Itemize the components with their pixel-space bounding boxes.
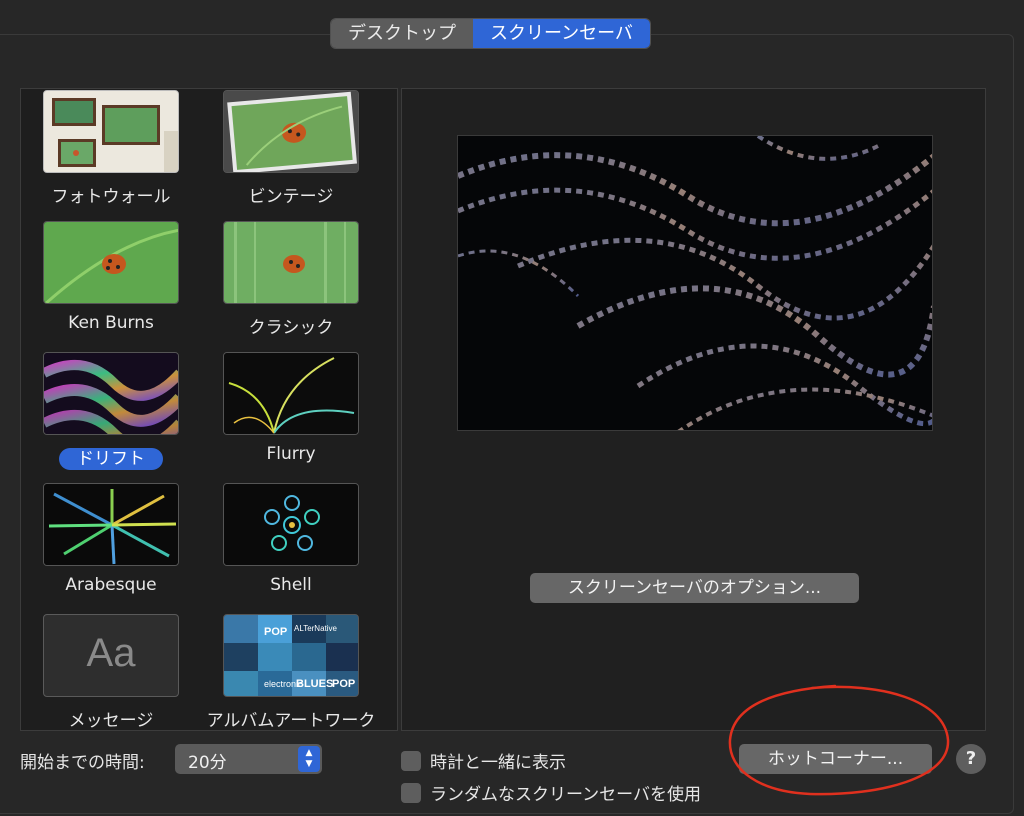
screensaver-arabesque[interactable]: Arabesque [21, 483, 201, 603]
chevron-up-down-icon: ▲ ▼ [298, 746, 320, 772]
screensaver-label: Shell [270, 575, 312, 595]
screensaver-message[interactable]: Aa メッセージ [21, 614, 201, 731]
preview-panel: スクリーンセーバのオプション... [401, 88, 986, 731]
screensaver-label: ビンテージ [248, 187, 334, 207]
shell-thumb [223, 483, 359, 566]
screensaver-shell[interactable]: Shell [201, 483, 381, 603]
screensaver-ken-burns[interactable]: Ken Burns [21, 221, 201, 341]
screensaver-options-button[interactable]: スクリーンセーバのオプション... [530, 573, 859, 603]
album-word: POP [264, 626, 287, 638]
album-artwork-thumb: POP ALTerNative electronic BLUES POP [223, 614, 359, 697]
start-after-label: 開始までの時間: [20, 753, 145, 773]
ken-burns-thumb [43, 221, 179, 304]
classic-thumb [223, 221, 359, 304]
screen-saver-preferences: デスクトップ スクリーンセーバ フォトウォール ビンテージ Ken Burns … [0, 0, 1024, 816]
arabesque-thumb [43, 483, 179, 566]
album-word: BLUES [296, 678, 333, 690]
screensaver-drift[interactable]: ドリフト [21, 352, 201, 472]
screensaver-label: Flurry [266, 444, 316, 464]
album-word: POP [332, 678, 355, 690]
screensaver-classic[interactable]: クラシック [201, 221, 381, 341]
vintage-thumb [223, 90, 359, 173]
random-screensaver-checkbox[interactable] [401, 782, 421, 803]
tab-bar: デスクトップ スクリーンセーバ [331, 19, 650, 48]
screensaver-label: メッセージ [68, 711, 154, 731]
screensaver-label-selected: ドリフト [21, 444, 201, 470]
screensaver-photo-wall[interactable]: フォトウォール [21, 90, 201, 210]
hot-corners-button[interactable]: ホットコーナー... [739, 744, 932, 774]
show-with-clock-row[interactable]: 時計と一緒に表示 [401, 748, 566, 773]
tab-desktop[interactable]: デスクトップ [331, 19, 473, 48]
drift-thumb [43, 352, 179, 435]
message-thumb-text: Aa [86, 631, 136, 675]
help-icon[interactable]: ? [956, 744, 986, 774]
screensaver-label: フォトウォール [51, 187, 171, 207]
screensaver-album-artwork[interactable]: POP ALTerNative electronic BLUES POP アルバ… [201, 614, 381, 731]
tab-screen-saver[interactable]: スクリーンセーバ [473, 19, 650, 48]
flurry-thumb [223, 352, 359, 435]
screensaver-label: アルバムアートワーク [206, 711, 376, 731]
random-screensaver-label: ランダムなスクリーンセーバを使用 [430, 785, 701, 805]
start-after-value: 20分 [188, 753, 227, 773]
random-screensaver-row[interactable]: ランダムなスクリーンセーバを使用 [401, 780, 701, 805]
screensaver-label: Arabesque [65, 575, 157, 595]
screensaver-list[interactable]: フォトウォール ビンテージ Ken Burns クラシック ドリフト Flurr… [20, 88, 398, 731]
photo-wall-thumb [43, 90, 179, 173]
screensaver-preview [457, 135, 933, 431]
screensaver-label: クラシック [248, 318, 334, 338]
screensaver-flurry[interactable]: Flurry [201, 352, 381, 472]
screensaver-label: Ken Burns [68, 313, 154, 333]
show-with-clock-checkbox[interactable] [401, 750, 421, 771]
screensaver-vintage[interactable]: ビンテージ [201, 90, 381, 210]
show-with-clock-label: 時計と一緒に表示 [430, 753, 566, 773]
start-after-select[interactable]: 20分 ▲ ▼ [175, 744, 322, 774]
album-word: ALTerNative [294, 624, 338, 633]
message-thumb: Aa [43, 614, 179, 697]
